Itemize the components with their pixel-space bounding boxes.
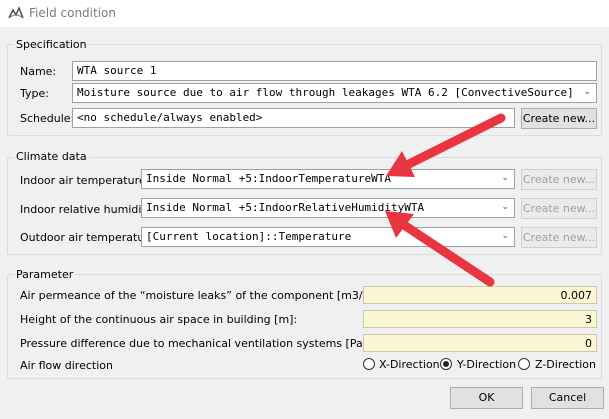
specification-title: Specification bbox=[14, 38, 89, 51]
title-bar: Field condition bbox=[0, 0, 609, 27]
ok-button[interactable]: OK bbox=[450, 387, 523, 409]
outdoor-air-temperature-value: [Current location]::Temperature bbox=[146, 230, 352, 243]
dialog-body: Specification Name: WTA source 1 Type: M… bbox=[0, 27, 609, 419]
z-direction-label: Z-Direction bbox=[535, 358, 597, 371]
create-new-outdoor-temp-button[interactable]: Create new... bbox=[521, 227, 597, 248]
name-label: Name: bbox=[20, 65, 57, 78]
app-logo-icon bbox=[8, 6, 24, 19]
climate-title: Climate data bbox=[14, 150, 89, 163]
type-select-value: Moisture source due to air flow through … bbox=[77, 86, 574, 99]
type-label: Type: bbox=[20, 87, 49, 100]
y-direction-label: Y-Direction bbox=[457, 358, 517, 371]
air-flow-direction-label: Air flow direction bbox=[20, 359, 113, 372]
parameter-title: Parameter bbox=[14, 268, 76, 281]
x-direction-radio[interactable] bbox=[363, 358, 375, 370]
pressure-label: Pressure difference due to mechanical ve… bbox=[20, 337, 371, 350]
chevron-down-icon: ⌄ bbox=[501, 202, 509, 212]
indoor-relative-humidity-value: Inside Normal +5:IndoorRelativeHumidityW… bbox=[146, 201, 425, 214]
height-label: Height of the continuous air space in bu… bbox=[20, 313, 298, 326]
chevron-down-icon: ⌄ bbox=[583, 87, 591, 97]
z-direction-radio[interactable] bbox=[518, 358, 530, 370]
create-new-schedule-button[interactable]: Create new... bbox=[521, 108, 597, 129]
indoor-air-temperature-select[interactable]: Inside Normal +5:IndoorTemperatureWTA ⌄ bbox=[141, 169, 515, 189]
pressure-input[interactable]: 0 bbox=[363, 334, 597, 352]
schedule-field[interactable]: <no schedule/always enabled> bbox=[72, 108, 515, 128]
indoor-relative-humidity-select[interactable]: Inside Normal +5:IndoorRelativeHumidityW… bbox=[141, 198, 515, 218]
name-field[interactable]: WTA source 1 bbox=[72, 61, 597, 81]
type-select[interactable]: Moisture source due to air flow through … bbox=[72, 83, 597, 103]
air-permeance-label: Air permeance of the “moisture leaks” of… bbox=[20, 289, 409, 302]
window-title: Field condition bbox=[29, 6, 116, 20]
cancel-button[interactable]: Cancel bbox=[531, 387, 604, 409]
x-direction-label: X-Direction bbox=[379, 358, 440, 371]
y-direction-radio[interactable] bbox=[440, 358, 452, 370]
outdoor-air-temperature-label: Outdoor air temperature bbox=[20, 231, 156, 244]
height-input[interactable]: 3 bbox=[363, 310, 597, 328]
air-permeance-input[interactable]: 0.007 bbox=[363, 286, 597, 304]
outdoor-air-temperature-select[interactable]: [Current location]::Temperature ⌄ bbox=[141, 227, 515, 247]
indoor-air-temperature-value: Inside Normal +5:IndoorTemperatureWTA bbox=[146, 172, 392, 185]
indoor-air-temperature-label: Indoor air temperature bbox=[20, 174, 146, 187]
create-new-indoor-temp-button[interactable]: Create new... bbox=[521, 169, 597, 190]
create-new-indoor-humidity-button[interactable]: Create new... bbox=[521, 198, 597, 219]
indoor-relative-humidity-label: Indoor relative humidity bbox=[20, 203, 153, 216]
schedule-label: Schedule: bbox=[20, 112, 75, 125]
chevron-down-icon: ⌄ bbox=[501, 173, 509, 183]
chevron-down-icon: ⌄ bbox=[501, 231, 509, 241]
